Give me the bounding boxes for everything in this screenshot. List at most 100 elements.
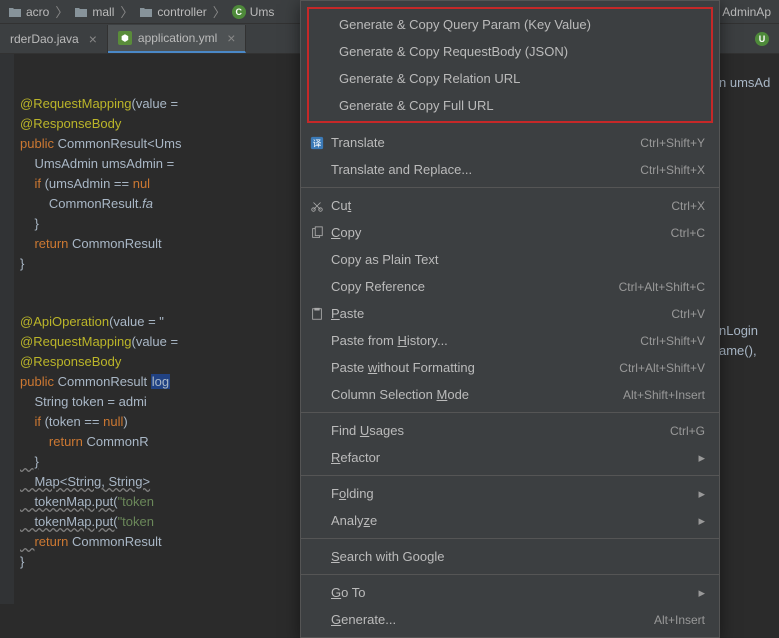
menu-item[interactable]: Folding▸ <box>301 480 719 507</box>
context-menu: Generate & Copy Query Param (Key Value)G… <box>300 0 720 638</box>
menu-item[interactable]: Paste from History...Ctrl+Shift+V <box>301 327 719 354</box>
menu-separator <box>301 412 719 413</box>
code-token: @RequestMapping <box>20 96 131 111</box>
breadcrumb-item[interactable]: controller <box>135 5 210 19</box>
menu-item[interactable]: Find Usages Ctrl+G <box>301 417 719 444</box>
menu-separator <box>301 475 719 476</box>
menu-separator <box>301 538 719 539</box>
breadcrumb-label: mall <box>92 5 114 19</box>
menu-item-label: Copy <box>331 225 361 240</box>
code-token: ame(), <box>719 343 757 358</box>
copy-icon <box>309 225 325 241</box>
menu-item-label: Translate <box>331 135 385 150</box>
close-icon[interactable]: × <box>89 31 97 47</box>
menu-shortcut: Ctrl+Alt+Shift+V <box>619 361 705 375</box>
trans-icon: 译 <box>309 135 325 151</box>
code-token <box>20 434 49 449</box>
menu-item[interactable]: Analyze ▸ <box>301 507 719 534</box>
tab-label: rderDao.java <box>10 32 79 46</box>
code-token: Map<String, String> <box>20 474 150 489</box>
code-token: CommonResult<Ums <box>54 136 182 151</box>
code-token: (token == <box>41 414 103 429</box>
code-token: } <box>20 216 39 231</box>
menu-item[interactable]: PasteCtrl+V <box>301 300 719 327</box>
chevron-right-icon: ▸ <box>698 450 705 466</box>
code-token: } <box>20 554 24 569</box>
menu-item[interactable]: Search with Google <box>301 543 719 570</box>
code-token: nul <box>133 176 150 191</box>
chevron-right-icon: ▸ <box>698 513 705 529</box>
menu-item-label: Refactor <box>331 450 380 465</box>
menu-item[interactable]: Generate & Copy Relation URL <box>309 65 711 92</box>
breadcrumb-label: Ums <box>250 5 275 19</box>
breadcrumb-item[interactable]: C Ums <box>228 5 279 19</box>
code-token: null <box>103 414 123 429</box>
tab-label: application.yml <box>138 31 217 45</box>
code-token: (value = " <box>109 314 164 329</box>
menu-item-label: Paste <box>331 306 364 321</box>
code-token: return <box>34 534 68 549</box>
menu-shortcut: Ctrl+G <box>670 424 705 438</box>
menu-item[interactable]: CopyCtrl+C <box>301 219 719 246</box>
menu-item-label: Translate and Replace... <box>331 162 472 177</box>
gutter <box>0 54 14 604</box>
menu-item[interactable]: Refactor ▸ <box>301 444 719 471</box>
code-token <box>20 534 34 549</box>
menu-item[interactable]: Generate...Alt+Insert <box>301 606 719 633</box>
chevron-right-icon: 〉 <box>55 2 68 21</box>
menu-item-label: Paste from History... <box>331 333 448 348</box>
menu-item[interactable]: Column Selection ModeAlt+Shift+Insert <box>301 381 719 408</box>
code-token: @ResponseBody <box>20 116 121 131</box>
close-icon[interactable]: × <box>227 30 235 46</box>
code-token: "token <box>118 494 154 509</box>
code-token: public <box>20 136 54 151</box>
chevron-right-icon: ▸ <box>698 486 705 502</box>
menu-item[interactable]: Copy ReferenceCtrl+Alt+Shift+C <box>301 273 719 300</box>
folder-icon <box>8 6 22 18</box>
menu-item[interactable]: CutCtrl+X <box>301 192 719 219</box>
menu-item-label: Analyze <box>331 513 377 528</box>
code-token: CommonResult <box>68 236 161 251</box>
menu-shortcut: Alt+Shift+Insert <box>623 388 705 402</box>
yaml-file-icon: ⬢ <box>118 31 132 45</box>
tab-file[interactable]: rderDao.java × <box>0 25 108 53</box>
code-token: } <box>20 454 39 469</box>
folder-icon <box>139 6 153 18</box>
chevron-right-icon: 〉 <box>213 2 226 21</box>
code-token: (umsAdmin == <box>41 176 133 191</box>
menu-shortcut: Ctrl+Alt+Shift+C <box>619 280 705 294</box>
highlighted-menu-group: Generate & Copy Query Param (Key Value)G… <box>307 7 713 123</box>
menu-item-label: Find Usages <box>331 423 404 438</box>
menu-item[interactable]: Paste without FormattingCtrl+Alt+Shift+V <box>301 354 719 381</box>
breadcrumb-item[interactable]: mall <box>70 5 118 19</box>
menu-item[interactable]: Translate and Replace...Ctrl+Shift+X <box>301 156 719 183</box>
paste-icon <box>309 306 325 322</box>
code-token: tokenMap.put( <box>20 494 118 509</box>
code-token <box>20 414 34 429</box>
breadcrumb-item[interactable]: acro <box>4 5 53 19</box>
tab-file[interactable]: U <box>745 25 779 53</box>
menu-item-label: Go To <box>331 585 365 600</box>
code-token: (value = <box>131 334 178 349</box>
code-token: "token <box>118 514 154 529</box>
menu-item[interactable]: Generate & Copy Full URL <box>309 92 711 119</box>
menu-item[interactable]: Copy as Plain Text <box>301 246 719 273</box>
code-token: return <box>49 434 83 449</box>
chevron-right-icon: ▸ <box>698 585 705 601</box>
code-token: (value = <box>131 96 181 111</box>
menu-item[interactable]: 译TranslateCtrl+Shift+Y <box>301 129 719 156</box>
cut-icon <box>309 198 325 214</box>
code-token: public <box>20 374 54 389</box>
tab-file-active[interactable]: ⬢ application.yml × <box>108 25 247 53</box>
code-token: } <box>20 256 24 271</box>
breadcrumb-right: AdminAp <box>718 5 775 19</box>
menu-item[interactable]: Generate & Copy RequestBody (JSON) <box>309 38 711 65</box>
svg-text:译: 译 <box>313 138 322 148</box>
code-token: CommonResult <box>68 534 161 549</box>
menu-separator <box>301 574 719 575</box>
breadcrumb-label: controller <box>157 5 206 19</box>
menu-item-label: Search with Google <box>331 549 444 564</box>
menu-item-label: Cut <box>331 198 351 213</box>
menu-item[interactable]: Generate & Copy Query Param (Key Value) <box>309 11 711 38</box>
menu-item[interactable]: Go To ▸ <box>301 579 719 606</box>
